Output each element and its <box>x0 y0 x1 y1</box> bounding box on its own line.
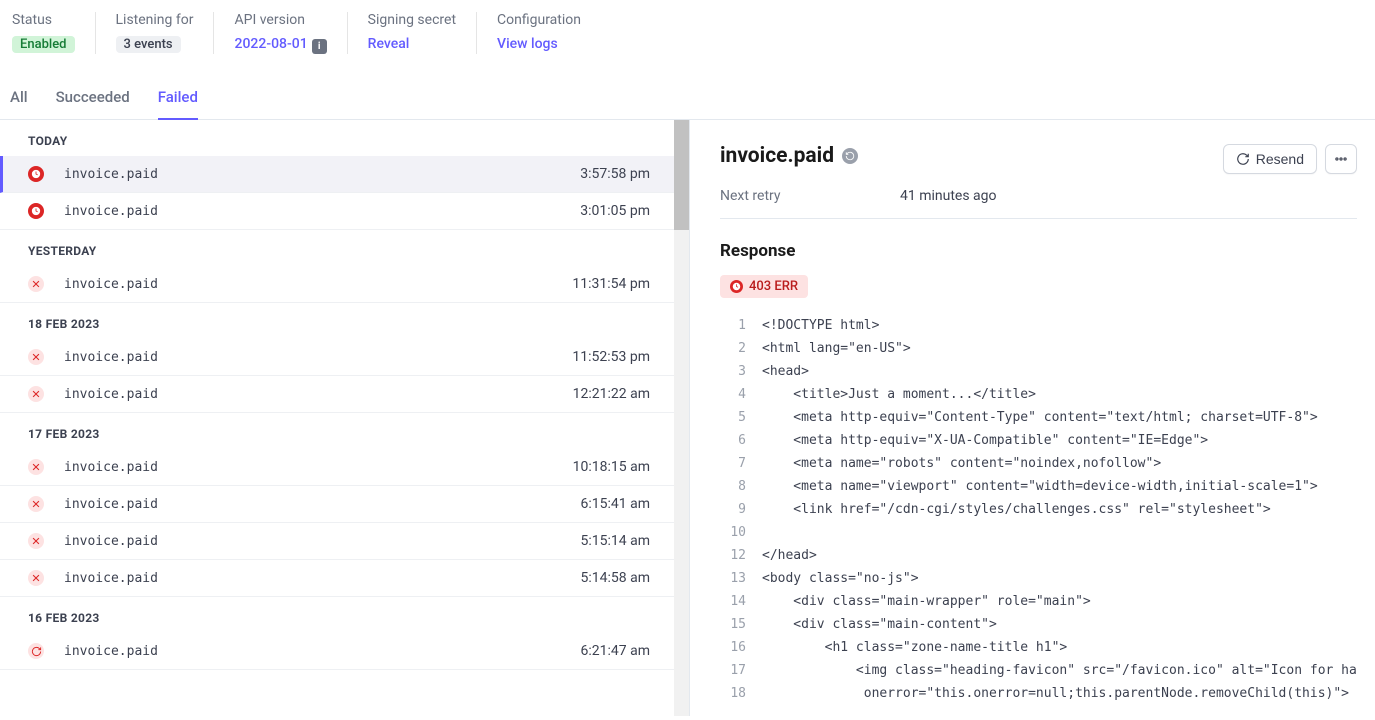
event-row[interactable]: invoice.paid5:14:58 am <box>0 560 674 597</box>
event-name: invoice.paid <box>64 460 573 475</box>
x-icon <box>28 386 44 402</box>
summary-signing-secret: Signing secret Reveal <box>368 12 477 54</box>
retry-status-icon <box>842 148 858 164</box>
event-time: 10:18:15 am <box>573 459 650 475</box>
scrollbar[interactable] <box>674 120 689 716</box>
event-row[interactable]: invoice.paid3:01:05 pm <box>0 193 674 230</box>
tab-succeeded[interactable]: Succeeded <box>56 80 130 120</box>
next-retry-label: Next retry <box>720 188 900 204</box>
event-name: invoice.paid <box>64 277 572 292</box>
event-time: 5:14:58 am <box>581 570 651 586</box>
event-row[interactable]: invoice.paid3:57:58 pm <box>0 156 674 193</box>
view-logs-link[interactable]: View logs <box>497 36 558 52</box>
x-icon <box>28 496 44 512</box>
summary-listening: Listening for 3 events <box>116 12 215 54</box>
reveal-secret-link[interactable]: Reveal <box>368 36 410 52</box>
info-icon[interactable]: i <box>312 39 327 54</box>
group-header: TODAY <box>0 120 674 156</box>
x-icon <box>28 349 44 365</box>
event-time: 3:01:05 pm <box>580 203 650 219</box>
event-row[interactable]: invoice.paid12:21:22 am <box>0 376 674 413</box>
response-status-badge: 403 ERR <box>720 275 808 298</box>
event-time: 6:15:41 am <box>581 496 651 512</box>
group-header: YESTERDAY <box>0 230 674 266</box>
event-name: invoice.paid <box>64 571 581 586</box>
group-header: 16 FEB 2023 <box>0 597 674 633</box>
event-time: 11:52:53 pm <box>572 349 650 365</box>
retry-icon <box>28 643 44 659</box>
event-time: 11:31:54 pm <box>572 276 650 292</box>
event-name: invoice.paid <box>64 497 581 512</box>
event-name: invoice.paid <box>64 534 581 549</box>
event-name: invoice.paid <box>64 204 580 219</box>
next-retry-value: 41 minutes ago <box>900 188 997 204</box>
event-row[interactable]: invoice.paid11:31:54 pm <box>0 266 674 303</box>
status-badge: Enabled <box>12 36 75 53</box>
event-row[interactable]: invoice.paid6:21:47 am <box>0 633 674 670</box>
x-icon <box>28 533 44 549</box>
x-icon <box>28 276 44 292</box>
event-name: invoice.paid <box>64 167 580 182</box>
resend-button[interactable]: Resend <box>1223 144 1317 174</box>
filter-tabs: All Succeeded Failed <box>0 80 1375 120</box>
event-row[interactable]: invoice.paid6:15:41 am <box>0 486 674 523</box>
next-retry-row: Next retry 41 minutes ago <box>720 188 1357 219</box>
group-header: 18 FEB 2023 <box>0 303 674 339</box>
detail-title: invoice.paid <box>720 144 1223 168</box>
event-time: 12:21:22 am <box>573 386 650 402</box>
event-list: TODAYinvoice.paid3:57:58 pminvoice.paid3… <box>0 120 690 716</box>
group-header: 17 FEB 2023 <box>0 413 674 449</box>
event-time: 5:15:14 am <box>581 533 651 549</box>
event-time: 6:21:47 am <box>581 643 651 659</box>
tab-all[interactable]: All <box>10 80 28 120</box>
response-heading: Response <box>720 241 1357 261</box>
clock-icon <box>730 280 743 293</box>
event-detail: invoice.paid Resend Next retry 41 minute… <box>690 120 1375 716</box>
clock-icon <box>28 203 44 219</box>
event-row[interactable]: invoice.paid10:18:15 am <box>0 449 674 486</box>
event-row[interactable]: invoice.paid11:52:53 pm <box>0 339 674 376</box>
tab-failed[interactable]: Failed <box>158 80 198 120</box>
events-count-badge[interactable]: 3 events <box>116 36 181 53</box>
event-name: invoice.paid <box>64 387 573 402</box>
event-name: invoice.paid <box>64 644 581 659</box>
event-time: 3:57:58 pm <box>580 166 650 182</box>
summary-status: Status Enabled <box>12 12 96 54</box>
clock-icon <box>28 166 44 182</box>
summary-configuration: Configuration View logs <box>497 12 601 54</box>
x-icon <box>28 570 44 586</box>
summary-bar: Status Enabled Listening for 3 events AP… <box>0 0 1375 62</box>
x-icon <box>28 459 44 475</box>
more-actions-button[interactable] <box>1325 144 1357 174</box>
api-version-link[interactable]: 2022-08-01 <box>234 36 307 52</box>
event-name: invoice.paid <box>64 350 572 365</box>
event-row[interactable]: invoice.paid5:15:14 am <box>0 523 674 560</box>
response-body: 1<!DOCTYPE html>2<html lang="en-US">3<he… <box>720 314 1357 705</box>
summary-api-version: API version 2022-08-01i <box>234 12 347 54</box>
